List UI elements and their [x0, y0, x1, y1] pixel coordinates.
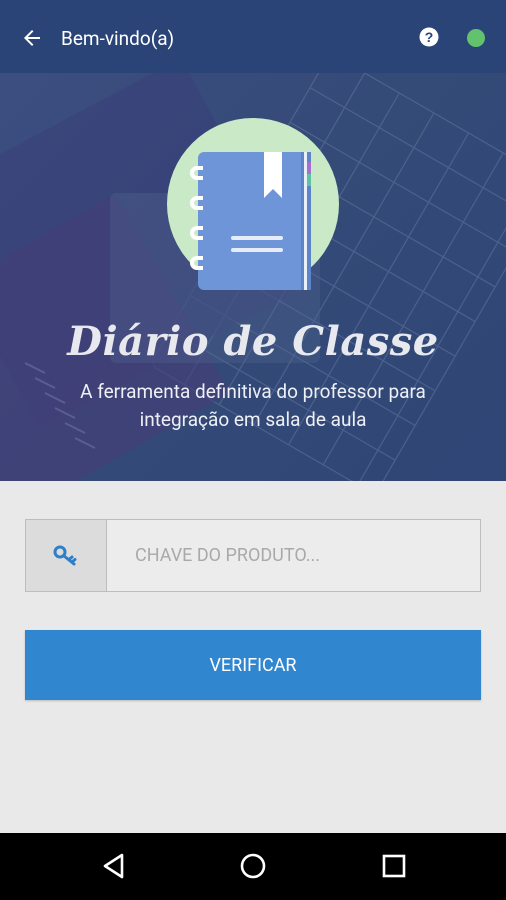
key-icon-container	[26, 520, 107, 591]
logo-badge	[167, 118, 339, 290]
product-key-input[interactable]	[107, 520, 480, 591]
help-icon[interactable]: ?	[419, 27, 439, 47]
status-indicator	[467, 29, 485, 47]
key-icon	[53, 545, 77, 566]
page-title: Bem-vindo(a)	[61, 27, 175, 50]
system-navigation-bar	[0, 833, 506, 900]
svg-text:?: ?	[425, 29, 434, 45]
app-bar: Bem-vindo(a) ?	[0, 0, 506, 73]
nav-recents-icon[interactable]	[379, 851, 409, 881]
nav-home-icon[interactable]	[238, 851, 268, 881]
nav-back-icon[interactable]	[99, 851, 129, 881]
product-key-field	[25, 519, 481, 592]
app-title: Diário de Classe	[67, 318, 439, 365]
verify-button[interactable]: VERIFICAR	[25, 630, 481, 700]
app-subtitle: A ferramenta definitiva do professor par…	[80, 380, 426, 431]
notebook-icon	[190, 152, 311, 290]
hero-banner: Diário de Classe A ferramenta definitiva…	[0, 73, 506, 481]
back-arrow-icon[interactable]	[20, 26, 44, 50]
